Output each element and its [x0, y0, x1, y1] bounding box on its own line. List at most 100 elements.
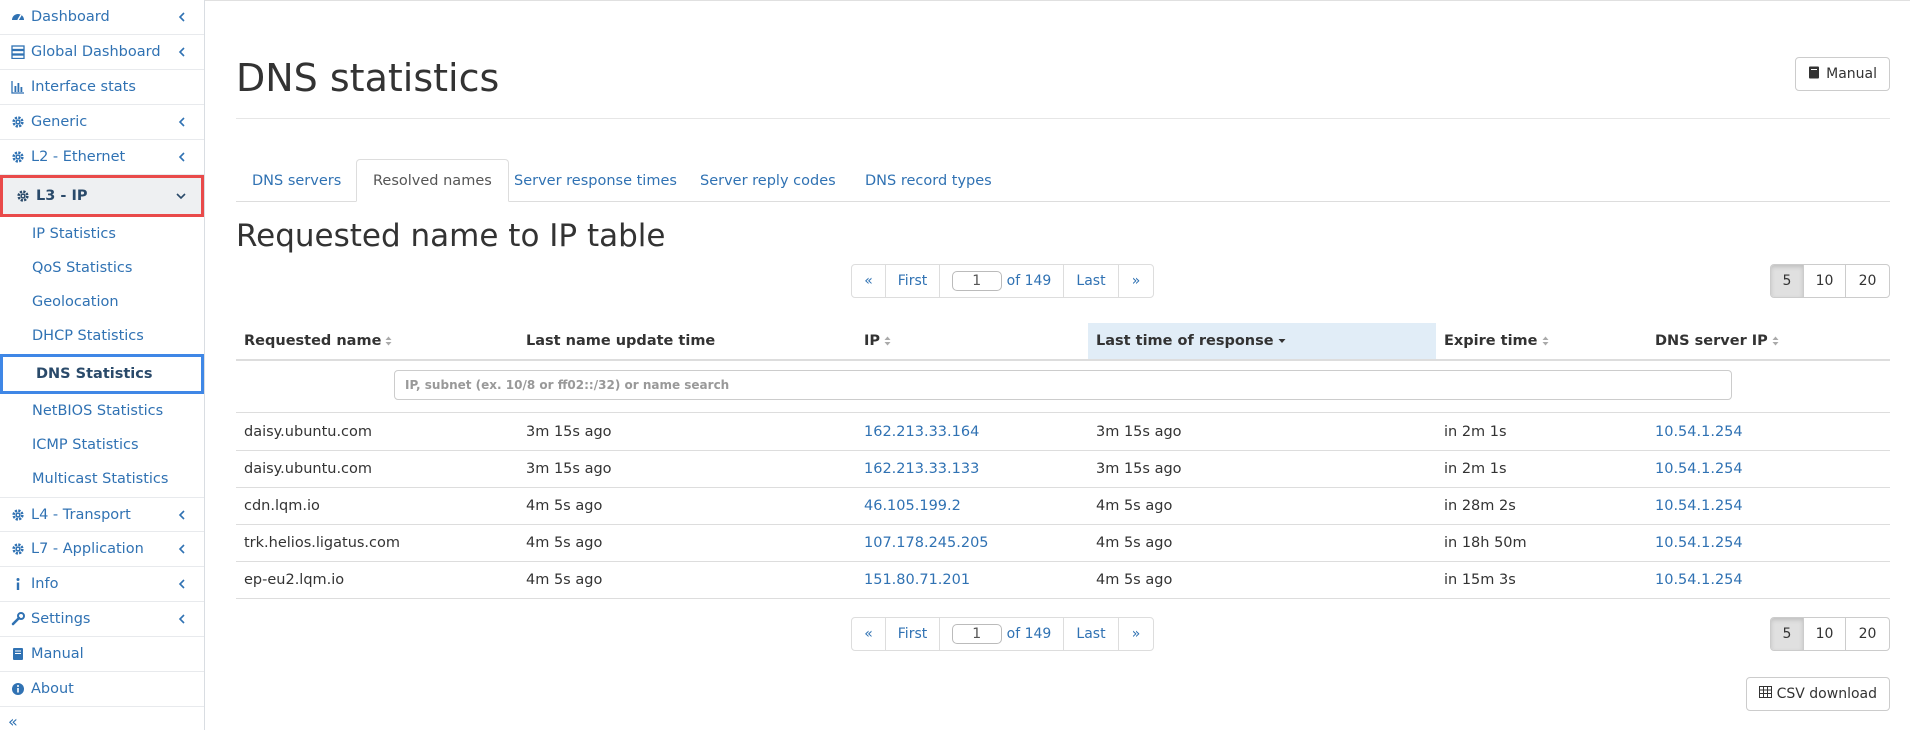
cell-requested-name: trk.helios.ligatus.com: [244, 535, 401, 551]
column-header-last-time-of-response[interactable]: Last time of response: [1088, 323, 1436, 359]
pagination-first-button[interactable]: First: [886, 265, 940, 297]
wrench-icon: [11, 612, 25, 626]
cell-ip-link[interactable]: 46.105.199.2: [856, 488, 961, 524]
cell-last-name-update-time: 4m 5s ago: [526, 535, 603, 551]
sidebar-item-info[interactable]: Info: [0, 567, 204, 602]
pagination-last-button[interactable]: Last: [1064, 618, 1119, 650]
cell-dns-server-ip-link[interactable]: 10.54.1.254: [1647, 562, 1743, 598]
per-page-10-button[interactable]: 10: [1804, 618, 1846, 650]
page-count-label: of 149: [1006, 626, 1052, 642]
tab-server-response-times[interactable]: Server response times: [498, 159, 693, 202]
cell-last-name-update-time: 4m 5s ago: [526, 572, 603, 588]
cell-ip-link[interactable]: 162.213.33.164: [856, 414, 979, 450]
cell-expire-time: in 28m 2s: [1444, 498, 1516, 514]
column-header-requested-name[interactable]: Requested name: [236, 323, 518, 359]
column-header-label: DNS server IP: [1655, 333, 1768, 349]
sidebar-item-label: L2 - Ethernet: [31, 149, 126, 165]
cell-ip-link[interactable]: 151.80.71.201: [856, 562, 970, 598]
pagination-page-control: of 149: [940, 618, 1064, 650]
cell-last-name-update-time: 4m 5s ago: [526, 498, 603, 514]
sidebar-subitem-dhcp-statistics[interactable]: DHCP Statistics: [0, 319, 204, 353]
sidebar-subitem-label: Multicast Statistics: [32, 471, 169, 487]
dashboard-icon: [11, 10, 25, 24]
sidebar-subitem-multicast-statistics[interactable]: Multicast Statistics: [0, 462, 204, 496]
cell-dns-server-ip-link[interactable]: 10.54.1.254: [1647, 414, 1743, 450]
sidebar-subitem-ip-statistics[interactable]: IP Statistics: [0, 217, 204, 251]
sidebar-collapse-button[interactable]: «: [8, 712, 18, 730]
column-header-last-name-update-time[interactable]: Last name update time: [518, 323, 856, 359]
per-page-5-button[interactable]: 5: [1771, 265, 1804, 297]
sidebar-subitem-label: ICMP Statistics: [32, 437, 139, 453]
page-title: DNS statistics: [236, 56, 500, 100]
pagination-prev-button[interactable]: «: [852, 618, 886, 650]
sidebar-item-dashboard[interactable]: Dashboard: [0, 0, 204, 35]
column-header-expire-time[interactable]: Expire time: [1436, 323, 1647, 359]
sidebar-subitem-dns-statistics[interactable]: DNS Statistics: [0, 354, 204, 394]
manual-button[interactable]: Manual: [1795, 57, 1890, 91]
table-row: daisy.ubuntu.com 3m 15s ago 162.213.33.1…: [236, 451, 1890, 488]
sidebar-item-l4-transport[interactable]: L4 - Transport: [0, 497, 204, 532]
cell-requested-name: cdn.lqm.io: [244, 498, 320, 514]
pagination-next-button[interactable]: »: [1119, 618, 1153, 650]
cell-last-time-of-response: 3m 15s ago: [1096, 461, 1182, 477]
cell-last-time-of-response: 4m 5s ago: [1096, 535, 1173, 551]
sidebar-subitem-netbios-statistics[interactable]: NetBIOS Statistics: [0, 394, 204, 428]
table-icon: [1758, 686, 1772, 702]
sidebar-subitem-icmp-statistics[interactable]: ICMP Statistics: [0, 428, 204, 462]
sidebar-subitem-label: QoS Statistics: [32, 260, 133, 276]
tab-dns-servers[interactable]: DNS servers: [236, 159, 357, 202]
sidebar-item-interface-stats[interactable]: Interface stats: [0, 70, 204, 105]
main-content: DNS statistics Manual DNS servers Resolv…: [236, 0, 1890, 730]
tab-resolved-names[interactable]: Resolved names: [356, 159, 509, 202]
table-header-row: Requested name Last name update time IP …: [236, 323, 1890, 361]
sidebar-item-l2-ethernet[interactable]: L2 - Ethernet: [0, 140, 204, 175]
cell-dns-server-ip-link[interactable]: 10.54.1.254: [1647, 488, 1743, 524]
cell-expire-time: in 18h 50m: [1444, 535, 1527, 551]
column-header-dns-server-ip[interactable]: DNS server IP: [1647, 323, 1890, 359]
pagination-first-button[interactable]: First: [886, 618, 940, 650]
csv-download-button[interactable]: CSV download: [1745, 677, 1890, 711]
sidebar-item-settings[interactable]: Settings: [0, 602, 204, 637]
cell-dns-server-ip-link[interactable]: 10.54.1.254: [1647, 525, 1743, 561]
sidebar-subitem-qos-statistics[interactable]: QoS Statistics: [0, 251, 204, 285]
sidebar-subitem-geolocation[interactable]: Geolocation: [0, 285, 204, 319]
sidebar-item-global-dashboard[interactable]: Global Dashboard: [0, 35, 204, 70]
search-input[interactable]: [394, 370, 1732, 400]
sidebar-item-l3-ip[interactable]: L3 - IP: [0, 175, 204, 217]
per-page-20-button[interactable]: 20: [1846, 265, 1889, 297]
sort-icon: [884, 336, 891, 346]
cell-ip-link[interactable]: 162.213.33.133: [856, 451, 979, 487]
gear-icon: [11, 115, 25, 129]
sidebar-item-label: Manual: [31, 646, 84, 662]
page-number-input[interactable]: [951, 271, 1002, 291]
per-page-5-button[interactable]: 5: [1771, 618, 1804, 650]
cell-last-name-update-time: 3m 15s ago: [526, 424, 612, 440]
pagination-next-button[interactable]: »: [1119, 265, 1153, 297]
sidebar-subitem-label: DNS Statistics: [36, 366, 153, 382]
cell-ip-link[interactable]: 107.178.245.205: [856, 525, 989, 561]
column-header-ip[interactable]: IP: [856, 323, 1088, 359]
tab-dns-record-types[interactable]: DNS record types: [849, 159, 1008, 202]
sidebar-item-generic[interactable]: Generic: [0, 105, 204, 140]
sidebar-subitem-label: IP Statistics: [32, 226, 116, 242]
chevron-left-icon: [175, 10, 189, 24]
per-page-20-button[interactable]: 20: [1846, 618, 1889, 650]
gear-icon: [16, 189, 30, 203]
sidebar-subitem-label: NetBIOS Statistics: [32, 403, 164, 419]
pagination-prev-button[interactable]: «: [852, 265, 886, 297]
sort-icon: [385, 336, 392, 346]
sidebar-item-label: About: [31, 681, 74, 697]
sidebar-item-manual[interactable]: Manual: [0, 637, 204, 672]
pagination-last-button[interactable]: Last: [1064, 265, 1119, 297]
column-header-label: IP: [864, 333, 881, 349]
column-header-label: Expire time: [1444, 333, 1538, 349]
sidebar-item-l7-application[interactable]: L7 - Application: [0, 532, 204, 567]
page-number-input[interactable]: [951, 624, 1002, 644]
sidebar-item-about[interactable]: About: [0, 672, 204, 707]
cell-dns-server-ip-link[interactable]: 10.54.1.254: [1647, 451, 1743, 487]
sort-desc-icon: [1278, 338, 1286, 344]
per-page-10-button[interactable]: 10: [1804, 265, 1846, 297]
cell-requested-name: daisy.ubuntu.com: [244, 424, 373, 440]
column-header-label: Last time of response: [1096, 333, 1274, 349]
tab-server-reply-codes[interactable]: Server reply codes: [684, 159, 852, 202]
